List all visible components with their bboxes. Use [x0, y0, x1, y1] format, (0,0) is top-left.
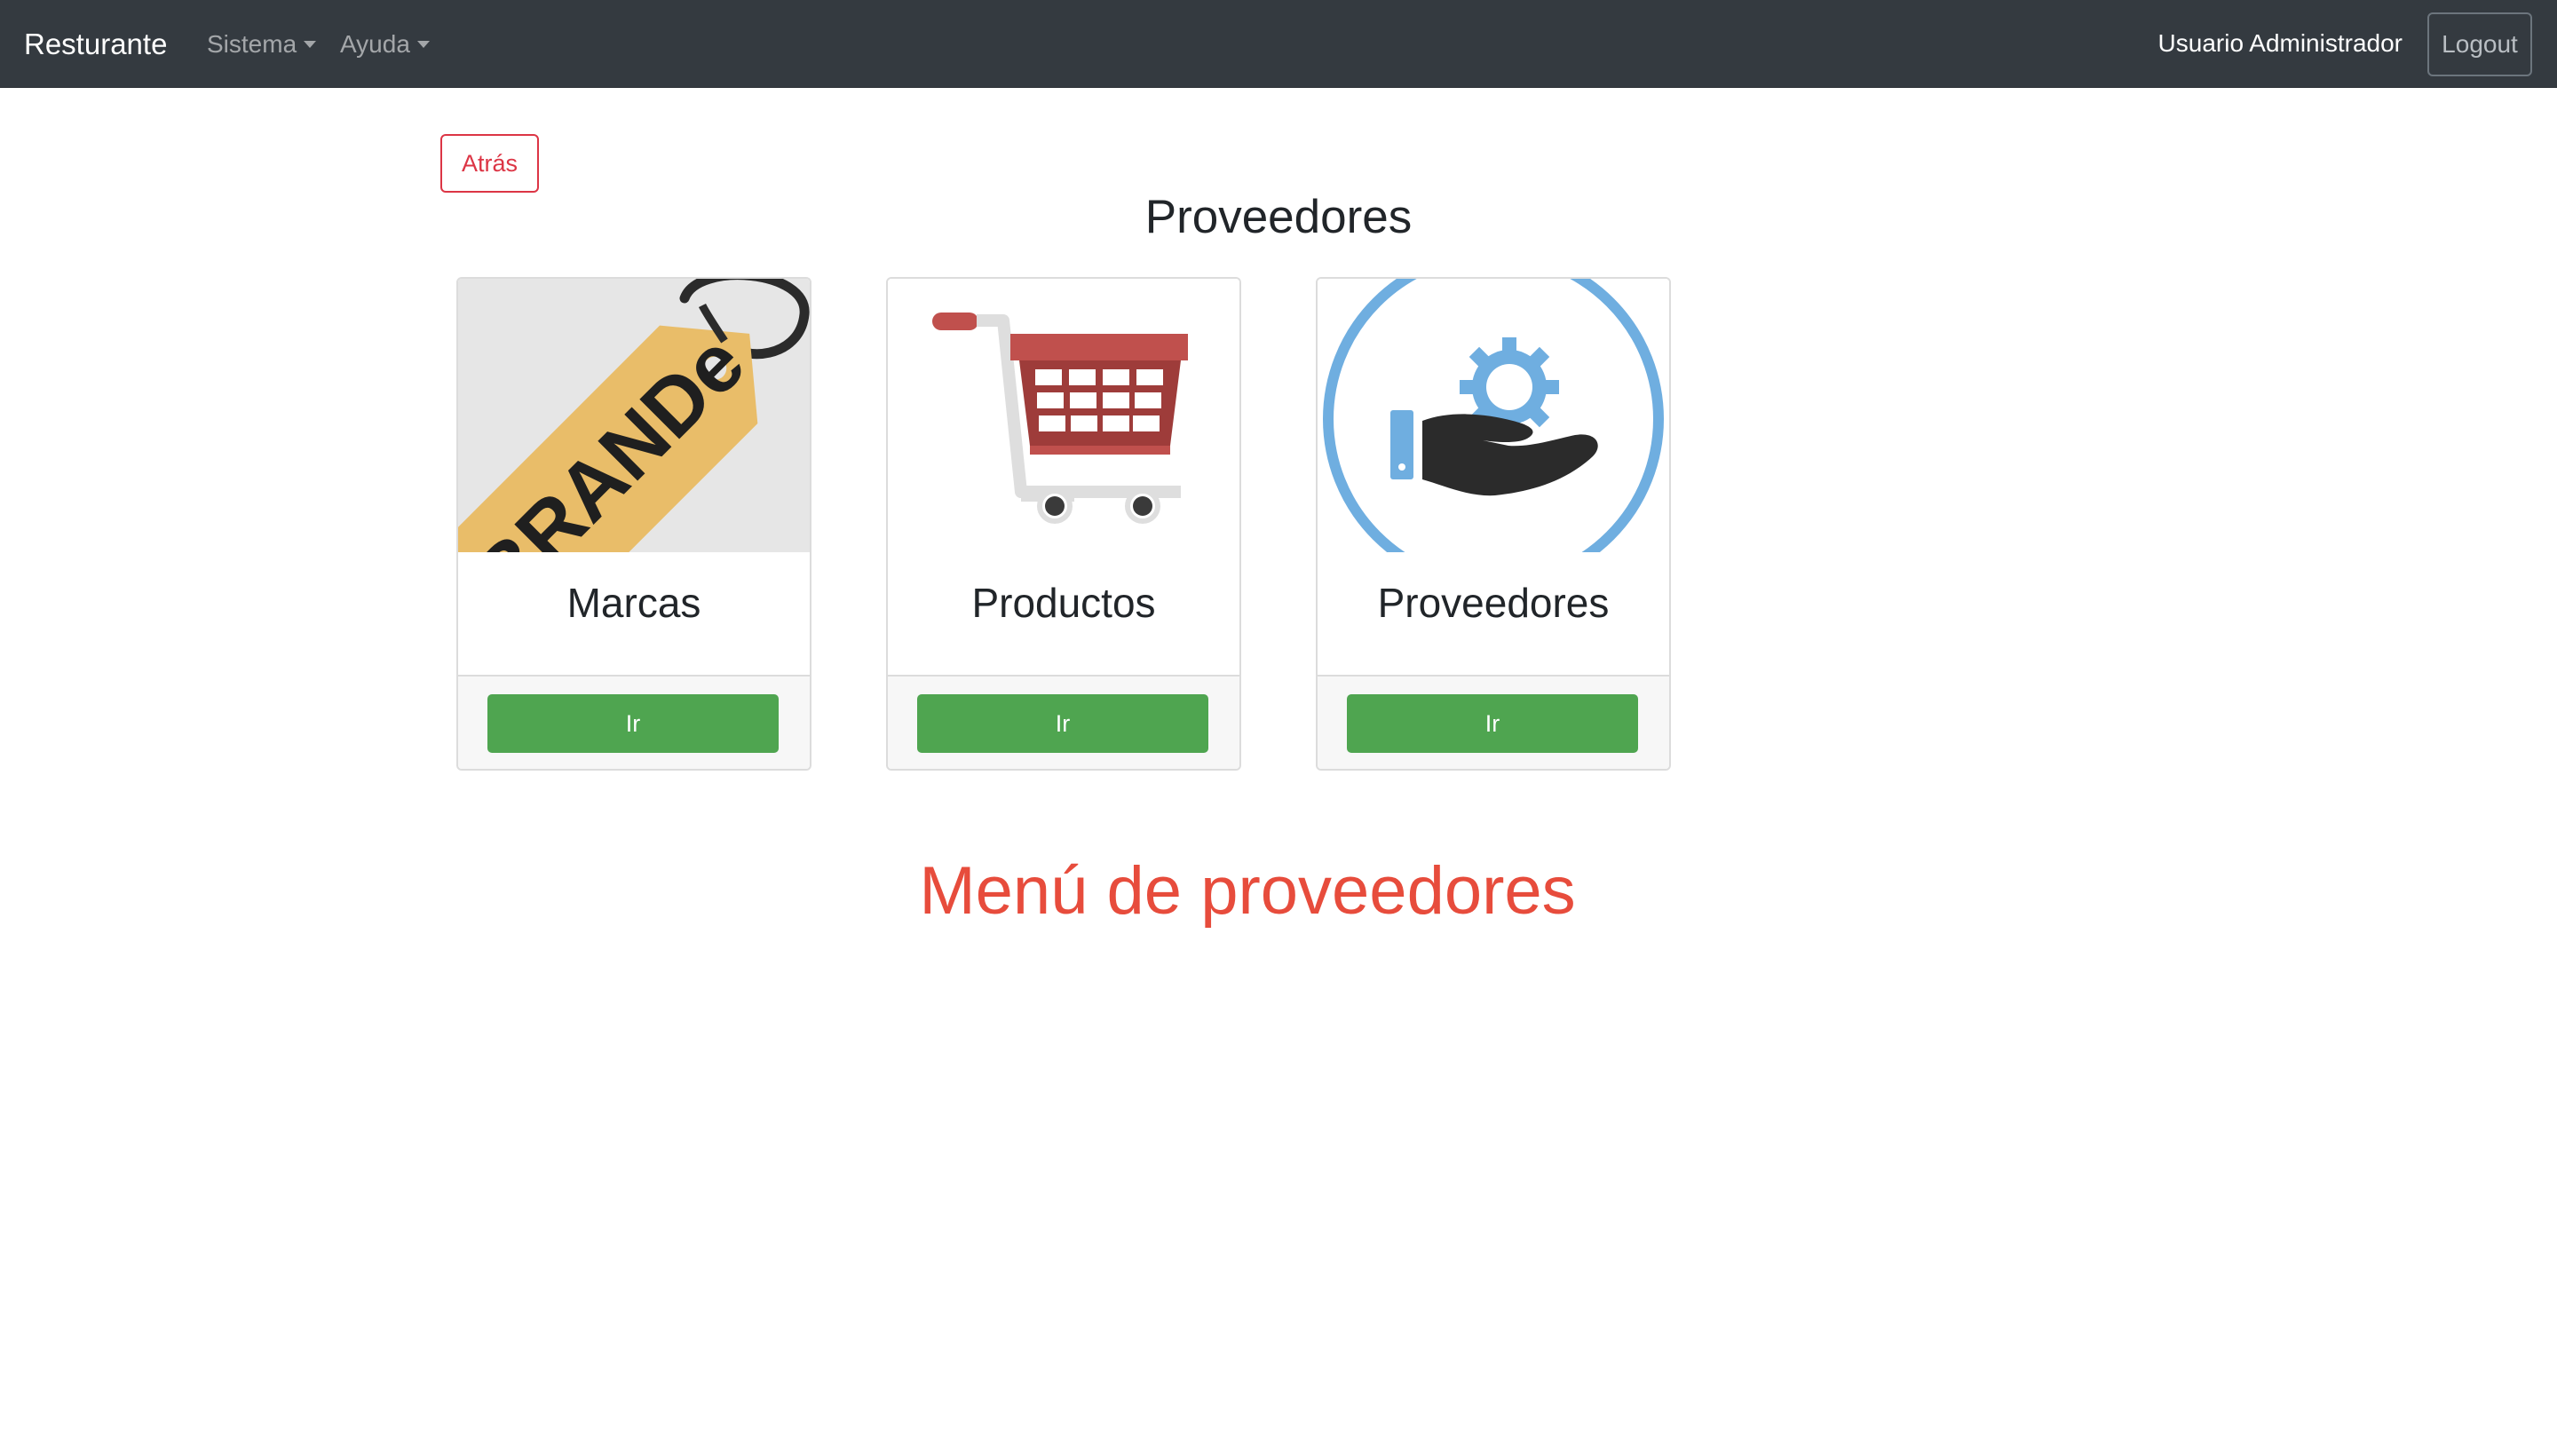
menu-heading: Menú de proveedores: [919, 853, 1576, 929]
go-button-productos[interactable]: Ir: [917, 694, 1208, 753]
card-proveedores: Proveedores Ir: [1316, 277, 1671, 771]
shopping-cart-icon: [888, 279, 1239, 552]
navbar-brand[interactable]: Resturante: [24, 0, 167, 88]
hand-gear-icon: [1318, 279, 1669, 552]
page-title: Proveedores: [1144, 191, 1413, 243]
card-footer: Ir: [1318, 675, 1669, 769]
current-user-name: Usuario Administrador: [2157, 29, 2403, 57]
logout-button[interactable]: Logout: [2427, 12, 2532, 76]
back-button[interactable]: Atrás: [440, 134, 539, 193]
go-button-proveedores[interactable]: Ir: [1347, 694, 1638, 753]
card-marcas: BRANDe Marcas Ir: [456, 277, 811, 771]
go-button-marcas[interactable]: Ir: [487, 694, 779, 753]
caret-down-icon: [304, 41, 317, 48]
brand-tag-icon: BRANDe: [458, 279, 810, 552]
top-navbar: Resturante Sistema Ayuda Usuario Adminis…: [0, 0, 2557, 88]
card-title: Proveedores: [1377, 580, 1610, 626]
caret-down-icon: [416, 41, 430, 48]
nav-menu-ayuda-label: Ayuda: [340, 30, 410, 58]
card-footer: Ir: [888, 675, 1239, 769]
nav-menu-ayuda[interactable]: Ayuda: [340, 0, 430, 88]
card-footer: Ir: [458, 675, 810, 769]
nav-menu-sistema-label: Sistema: [207, 30, 297, 58]
card-title: Productos: [971, 580, 1156, 626]
card-productos: Productos Ir: [886, 277, 1241, 771]
card-title: Marcas: [566, 580, 701, 626]
nav-menu-sistema[interactable]: Sistema: [207, 0, 317, 88]
